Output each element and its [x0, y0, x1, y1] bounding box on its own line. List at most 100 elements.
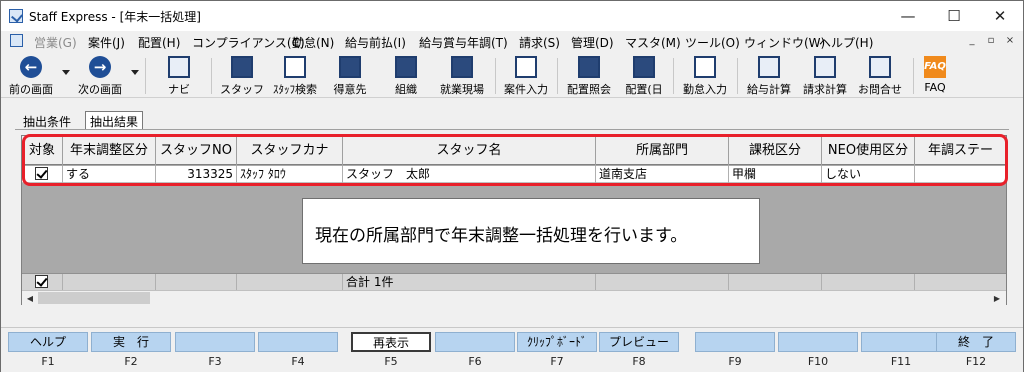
title-bar: Staff Express - [年末一括処理] — ☐ ✕ [1, 1, 1023, 31]
total-empty-cell [237, 274, 343, 290]
assignment-daily-label: 配置(日 [625, 83, 663, 96]
menu-help[interactable]: ヘルプ(H) [819, 34, 873, 51]
toolbar-separator [145, 58, 146, 94]
navi-button[interactable]: ナビ [153, 52, 205, 98]
total-empty-cell [156, 274, 237, 290]
scroll-right-icon[interactable]: ▶ [990, 292, 1004, 305]
f4-label: F4 [291, 355, 305, 368]
maximize-button[interactable]: ☐ [931, 1, 977, 31]
document-icon[interactable] [10, 34, 23, 47]
menu-anken[interactable]: 案件(J) [88, 34, 125, 51]
menu-eigyo[interactable]: 営業(G) [34, 34, 77, 51]
horizontal-scrollbar[interactable]: ◀ ▶ [22, 290, 1006, 305]
payroll-calc-button[interactable]: 給与計算 [741, 52, 797, 98]
menu-kintai[interactable]: 勤怠(N) [292, 34, 334, 51]
app-logo-icon [9, 9, 23, 23]
mdi-minimize-button[interactable]: _ [965, 34, 979, 48]
select-all-checkbox[interactable] [35, 275, 48, 288]
f3-label: F3 [208, 355, 222, 368]
f9-button[interactable] [695, 332, 775, 352]
help-button[interactable]: ヘルプ [8, 332, 88, 352]
f5-label: F5 [384, 355, 398, 368]
client-icon [339, 56, 361, 78]
tab-divider [15, 129, 1009, 130]
staff-search-button[interactable]: ｽﾀｯﾌ検索 [267, 52, 323, 98]
toolbar: ← 前の画面 → 次の画面 ナビ スタッフ ｽﾀｯﾌ検索 得意先 組織 就業現場… [1, 52, 1023, 98]
f2-label: F2 [124, 355, 138, 368]
billing-calc-button[interactable]: 請求計算 [797, 52, 853, 98]
assignment-daily-button[interactable]: 配置(日 [619, 52, 669, 98]
faq-button[interactable]: FAQ FAQ [917, 52, 953, 98]
back-dropdown-icon[interactable] [62, 70, 70, 75]
menu-kyuyo[interactable]: 給与賞与年調(T) [419, 34, 508, 51]
f11-button[interactable] [861, 332, 941, 352]
window-title: Staff Express - [年末一括処理] [29, 10, 201, 24]
scroll-left-icon[interactable]: ◀ [23, 292, 37, 305]
back-button-label: 前の画面 [9, 83, 53, 96]
worksite-button[interactable]: 就業現場 [433, 52, 491, 98]
total-empty-cell [822, 274, 915, 290]
client-button-label: 得意先 [333, 83, 367, 96]
billing-calc-label: 請求計算 [803, 83, 847, 96]
tab-extraction-result[interactable]: 抽出結果 [85, 111, 144, 130]
faq-label: FAQ [924, 81, 946, 94]
menu-tool[interactable]: ツール(O) [685, 34, 740, 51]
menu-master[interactable]: マスタ(M) [625, 34, 681, 51]
toolbar-separator [495, 58, 496, 94]
menu-kanri[interactable]: 管理(D) [571, 34, 614, 51]
f3-button[interactable] [175, 332, 255, 352]
menu-seikyu[interactable]: 請求(S) [519, 34, 560, 51]
payroll-calc-icon [758, 56, 780, 78]
navi-button-label: ナビ [168, 83, 190, 96]
organization-button[interactable]: 組織 [381, 52, 431, 98]
f1-label: F1 [41, 355, 55, 368]
mdi-restore-button[interactable]: ▫ [984, 34, 998, 48]
app-window: Staff Express - [年末一括処理] — ☐ ✕ 営業(G) 案件(… [0, 0, 1024, 372]
faq-icon: FAQ [924, 56, 946, 78]
menu-haichi[interactable]: 配置(H) [138, 34, 180, 51]
staff-button[interactable]: スタッフ [217, 52, 267, 98]
menu-window[interactable]: ウィンドウ(W) [744, 34, 825, 51]
inquiry-button[interactable]: お問合せ [853, 52, 907, 98]
message-text: 現在の所属部門で年末調整一括処理を行います。 [315, 226, 688, 246]
client-button[interactable]: 得意先 [325, 52, 375, 98]
message-box: 現在の所属部門で年末調整一括処理を行います。 [302, 198, 760, 264]
assignment-query-label: 配置照会 [567, 83, 611, 96]
forward-button-label: 次の画面 [78, 83, 122, 96]
execute-button[interactable]: 実 行 [91, 332, 171, 352]
exit-button[interactable]: 終 了 [936, 332, 1016, 352]
toolbar-separator [211, 58, 212, 94]
f6-button[interactable] [435, 332, 515, 352]
refresh-button[interactable]: 再表示 [351, 332, 431, 352]
f4-button[interactable] [258, 332, 338, 352]
total-empty-cell [596, 274, 729, 290]
inquiry-icon [869, 56, 891, 78]
attendance-entry-label: 勤怠入力 [683, 83, 727, 96]
attendance-entry-button[interactable]: 勤怠入力 [677, 52, 733, 98]
highlight-annotation [22, 134, 1008, 186]
f8-label: F8 [632, 355, 646, 368]
assignment-query-icon [578, 56, 600, 78]
toolbar-separator [913, 58, 914, 94]
toolbar-separator [673, 58, 674, 94]
mdi-close-button[interactable]: × [1003, 34, 1017, 48]
clipboard-button[interactable]: ｸﾘｯﾌﾟﾎﾞｰﾄﾞ [517, 332, 597, 352]
scrollbar-thumb[interactable] [38, 292, 150, 304]
back-button[interactable]: ← 前の画面 [3, 52, 59, 98]
assignment-query-button[interactable]: 配置照会 [561, 52, 617, 98]
minimize-button[interactable]: — [885, 1, 931, 31]
case-entry-button[interactable]: 案件入力 [499, 52, 553, 98]
staff-icon [231, 56, 253, 78]
close-button[interactable]: ✕ [977, 1, 1023, 31]
attendance-entry-icon [694, 56, 716, 78]
worksite-icon [451, 56, 473, 78]
staff-button-label: スタッフ [220, 83, 264, 96]
tab-extraction-condition[interactable]: 抽出条件 [23, 113, 71, 130]
menu-compliance[interactable]: コンプライアンス(C) [192, 34, 305, 51]
preview-button[interactable]: プレビュー [599, 332, 679, 352]
menu-maebarai[interactable]: 給与前払(I) [345, 34, 406, 51]
forward-dropdown-icon[interactable] [131, 70, 139, 75]
forward-button[interactable]: → 次の画面 [71, 52, 129, 98]
forward-arrow-icon: → [89, 56, 111, 78]
f10-button[interactable] [778, 332, 858, 352]
